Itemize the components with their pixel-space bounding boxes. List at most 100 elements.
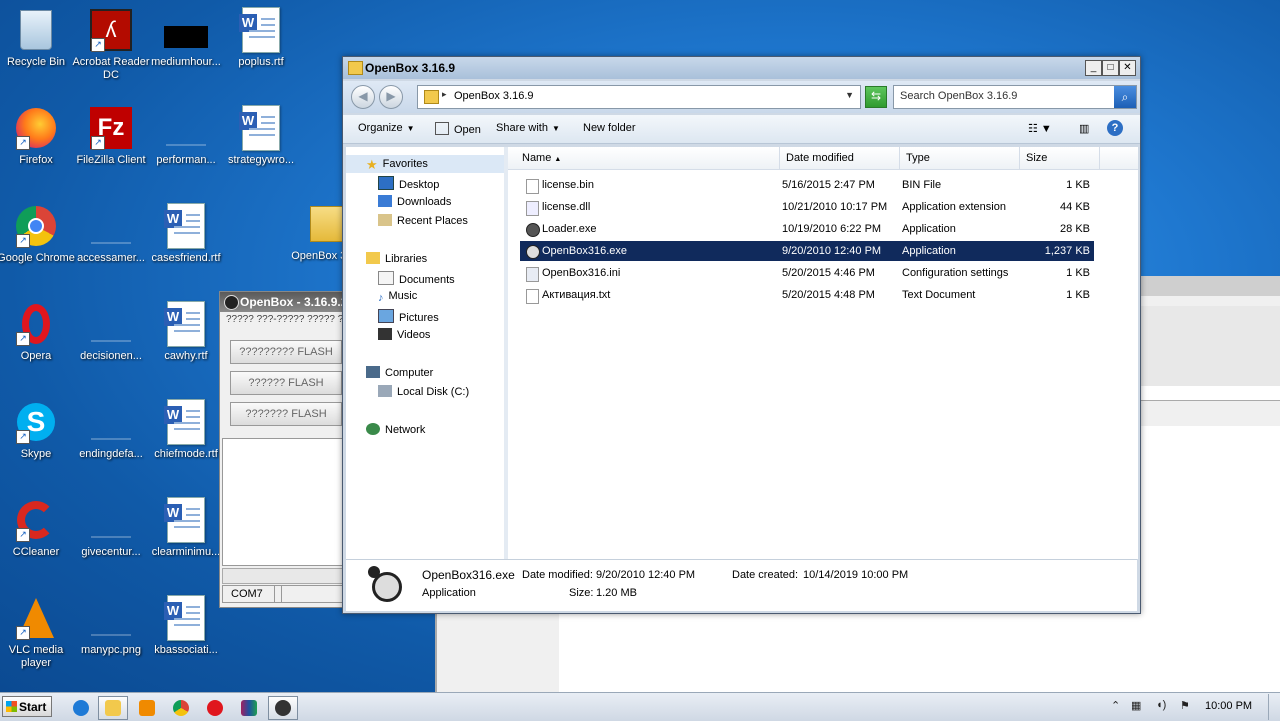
column-date-modified[interactable]: Date modified [780,147,900,169]
back-button[interactable]: ◀ [351,85,375,109]
desktop-icon-chiefmode[interactable]: W chiefmode.rtf [143,399,229,461]
organize-button[interactable]: Organize ▼ [358,122,415,134]
close-button[interactable]: ✕ [1119,60,1136,76]
chevron-down-icon[interactable]: ▼ [845,90,854,100]
desktop-icon [378,176,394,190]
taskbar-chrome[interactable] [166,696,196,720]
file-size: 1 KB [1066,289,1090,301]
nav-music[interactable]: ♪ Music [378,290,417,304]
file-name: OpenBox316.ini [542,267,621,279]
status-panel [274,585,350,603]
search-input[interactable]: Search OpenBox 3.16.9 [900,90,1017,102]
file-name: license.dll [542,201,591,213]
recycle-bin-icon [14,8,58,52]
taskbar-explorer[interactable] [98,696,128,720]
share-with-button[interactable]: Share with ▼ [496,122,560,134]
search-icon[interactable]: ⌕ [1114,86,1136,108]
explorer-window[interactable]: OpenBox 3.16.9 _ □ ✕ ◀ ▶ ▸ OpenBox 3.16.… [342,56,1141,614]
nav-pictures[interactable]: Pictures [378,309,439,324]
openbox-app-menu[interactable]: ????? ???-????? ????? ? [220,312,350,328]
desktop-icon-givecentur[interactable]: givecentur... [68,498,154,559]
desktop-icon-manypc[interactable]: manypc.png [68,596,154,657]
folder-icon [348,61,363,75]
openbox-app-window[interactable]: OpenBox - 3.16.9.2 ????? ???-????? ?????… [219,291,351,608]
search-box[interactable]: Search OpenBox 3.16.9 ⌕ [893,85,1137,109]
nav-videos[interactable]: Videos [378,328,430,341]
nav-local-disk[interactable]: Local Disk (C:) [378,385,469,398]
desktop-icon-filezilla[interactable]: Fz ↗ FileZilla Client [68,106,154,167]
desktop-icon-mediumhour[interactable]: mediumhour... [143,8,229,69]
taskbar-openbox[interactable] [268,696,298,720]
flash-button-3[interactable]: ??????? FLASH [230,402,342,426]
address-bar[interactable]: ▸ OpenBox 3.16.9 ▼ [417,85,861,109]
acrobat-icon: ʎ ↗ [89,8,133,52]
view-options-icon[interactable]: ☷ ▼ [1028,122,1052,135]
word-doc-icon: W [239,105,283,151]
flag-icon[interactable]: ⚑ [1180,699,1190,712]
open-button[interactable]: Open [435,122,481,136]
nav-documents[interactable]: Documents [378,271,455,286]
nav-favorites[interactable]: ★ Favorites [366,157,428,172]
flash-button-1[interactable]: ????????? FLASH [230,340,342,364]
taskbar-winrar[interactable] [234,696,264,720]
file-row[interactable]: license.dll 10/21/2010 10:17 PM Applicat… [520,197,1094,217]
explorer-titlebar[interactable]: OpenBox 3.16.9 _ □ ✕ [343,57,1140,79]
minimize-button[interactable]: _ [1085,60,1102,76]
file-row-selected[interactable]: OpenBox316.exe 9/20/2010 12:40 PM Applic… [520,241,1094,261]
nav-recent-places[interactable]: Recent Places [378,214,468,227]
watermark: ANY RUN [1038,611,1261,663]
flash-button-2[interactable]: ?????? FLASH [230,371,342,395]
preview-pane-icon[interactable]: ▥ [1079,122,1089,135]
chevron-right-icon[interactable]: ▸ [442,89,447,100]
desktop: Recycle Bin ↗ Firefox ↗ Google Chrome ↗ … [0,0,1280,692]
details-date-modified: 9/20/2010 12:40 PM [596,569,696,581]
desktop-icon-acrobat[interactable]: ʎ ↗ Acrobat Reader DC [68,8,154,82]
desktop-icon-kbassociati[interactable]: W kbassociati... [143,595,229,657]
file-row[interactable]: license.bin 5/16/2015 2:47 PM BIN File 1… [520,175,1094,195]
desktop-icon-poplus[interactable]: W poplus.rtf [218,7,304,69]
taskbar-media-player[interactable] [132,696,162,720]
new-folder-button[interactable]: New folder [583,122,636,134]
nav-network[interactable]: Network [366,423,425,436]
details-date-created-label: Date created: [732,569,799,581]
clock[interactable]: 10:00 PM [1205,700,1252,712]
column-name[interactable]: Name ▲ [516,147,780,169]
desktop-icon-decisionen[interactable]: decisionen... [68,302,154,363]
show-desktop-button[interactable] [1268,694,1280,720]
desktop-icon-accessamer[interactable]: accessamer... [68,204,154,265]
desktop-icon-performan[interactable]: performan... [143,106,229,167]
column-size[interactable]: Size [1020,147,1100,169]
openbox-app-titlebar[interactable]: OpenBox - 3.16.9.2 [220,292,350,312]
file-row[interactable]: OpenBox316.ini 5/20/2015 4:46 PM Configu… [520,263,1094,283]
refresh-button[interactable]: ⇆ [865,86,887,108]
volume-icon[interactable]: ◖) [1156,699,1166,711]
file-row[interactable]: Активация.txt 5/20/2015 4:48 PM Text Doc… [520,285,1094,305]
file-row[interactable]: Loader.exe 10/19/2010 6:22 PM Applicatio… [520,219,1094,239]
filezilla-icon: Fz ↗ [89,106,133,150]
documents-icon [378,271,394,285]
desktop-icon-clearminimu[interactable]: W clearminimu... [143,497,229,559]
file-date: 5/16/2015 2:47 PM [782,179,875,191]
openbox-app-icon [224,295,239,310]
exe-icon [526,223,540,237]
desktop-icon-endingdefa[interactable]: endingdefa... [68,400,154,461]
nav-libraries[interactable]: Libraries [366,252,427,265]
taskbar-ie[interactable] [66,696,96,720]
nav-desktop[interactable]: Desktop [378,176,439,191]
progress-bar [222,568,350,584]
details-date-modified-label: Date modified: [522,569,593,581]
desktop-icon-cawhy[interactable]: W cawhy.rtf [143,301,229,363]
start-button[interactable]: Start [2,696,52,717]
desktop-icon-casesfriend[interactable]: W casesfriend.rtf [143,203,229,265]
forward-button[interactable]: ▶ [379,85,403,109]
nav-downloads[interactable]: Downloads [378,195,451,208]
column-type[interactable]: Type [900,147,1020,169]
taskbar: Start ⌃ ▦ ◖) ⚑ 10:00 PM [0,692,1280,721]
taskbar-opera[interactable] [200,696,230,720]
tray-expand-icon[interactable]: ⌃ [1111,699,1120,712]
network-tray-icon[interactable]: ▦ [1131,699,1141,712]
help-icon[interactable]: ? [1107,120,1123,136]
nav-computer[interactable]: Computer [366,366,433,379]
maximize-button[interactable]: □ [1102,60,1119,76]
desktop-icon-strategywro[interactable]: W strategywro... [218,105,304,167]
